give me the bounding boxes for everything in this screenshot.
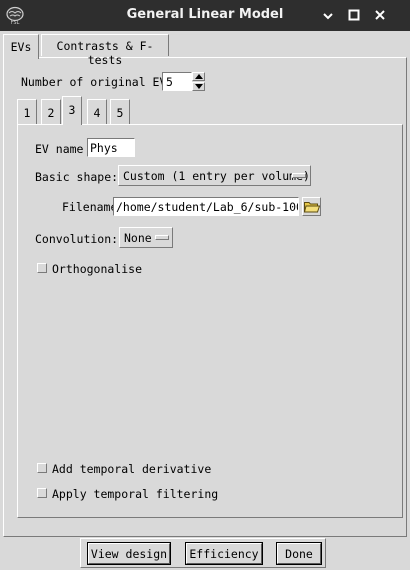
temporal-filtering-label: Apply temporal filtering [52, 487, 219, 501]
num-evs-spinner [192, 72, 205, 91]
ev-tab-3[interactable]: 3 [62, 96, 82, 125]
browse-button[interactable] [302, 197, 321, 216]
filename-label: Filename [62, 200, 118, 214]
ev-tab-2[interactable]: 2 [41, 99, 61, 124]
maximize-icon[interactable] [346, 7, 362, 23]
arrow-up-icon [195, 74, 203, 79]
orthogonalise-label: Orthogonalise [52, 262, 143, 276]
convolution-menu[interactable]: None [119, 227, 173, 248]
basic-shape-label: Basic shape: [35, 170, 119, 184]
minimize-icon[interactable] [320, 7, 336, 23]
basic-shape-menu[interactable]: Custom (1 entry per volume) [118, 165, 311, 186]
ev-tab-label: 5 [116, 106, 124, 120]
ev-tab-5[interactable]: 5 [110, 99, 130, 124]
tab-evs[interactable]: EVs [3, 34, 39, 59]
title-bar[interactable]: FSL General Linear Model [0, 0, 410, 31]
ev-name-label: EV name [35, 142, 84, 156]
close-icon[interactable] [372, 7, 388, 23]
ev-name-input[interactable]: Phys [87, 138, 135, 157]
menu-indicator-icon [292, 173, 306, 178]
ev-tab-1[interactable]: 1 [17, 99, 37, 124]
temporal-filtering-checkbox[interactable] [37, 488, 47, 498]
ev-tab-label: 3 [68, 103, 76, 117]
spin-down-button[interactable] [192, 82, 205, 91]
convolution-label: Convolution: [35, 232, 119, 246]
temporal-derivative-checkbox[interactable] [37, 463, 47, 473]
spin-up-button[interactable] [192, 72, 205, 81]
num-evs-input[interactable]: 5 [162, 72, 192, 91]
ev-tab-label: 2 [47, 106, 55, 120]
basic-shape-value: Custom (1 entry per volume) [123, 169, 310, 183]
done-button[interactable]: Done [276, 542, 322, 565]
tab-evs-label: EVs [10, 40, 32, 54]
efficiency-button[interactable]: Efficiency [185, 542, 263, 565]
temporal-derivative-label: Add temporal derivative [52, 462, 212, 476]
menu-indicator-icon [155, 235, 169, 240]
ev-tab-4[interactable]: 4 [87, 99, 107, 124]
tab-contrasts[interactable]: Contrasts & F-tests [41, 34, 169, 67]
convolution-value: None [124, 231, 152, 245]
orthogonalise-checkbox[interactable] [37, 263, 47, 273]
num-evs-label: Number of original EVs [21, 75, 174, 89]
view-design-button[interactable]: View design [87, 542, 171, 565]
folder-icon [304, 202, 320, 213]
ev-tab-label: 4 [93, 106, 101, 120]
ev-tab-label: 1 [23, 106, 31, 120]
filename-input[interactable]: /home/student/Lab_6/sub-10015_ [113, 197, 299, 216]
glm-window: FSL General Linear Model EVs Contrasts &… [0, 0, 410, 570]
arrow-down-icon [195, 84, 203, 89]
